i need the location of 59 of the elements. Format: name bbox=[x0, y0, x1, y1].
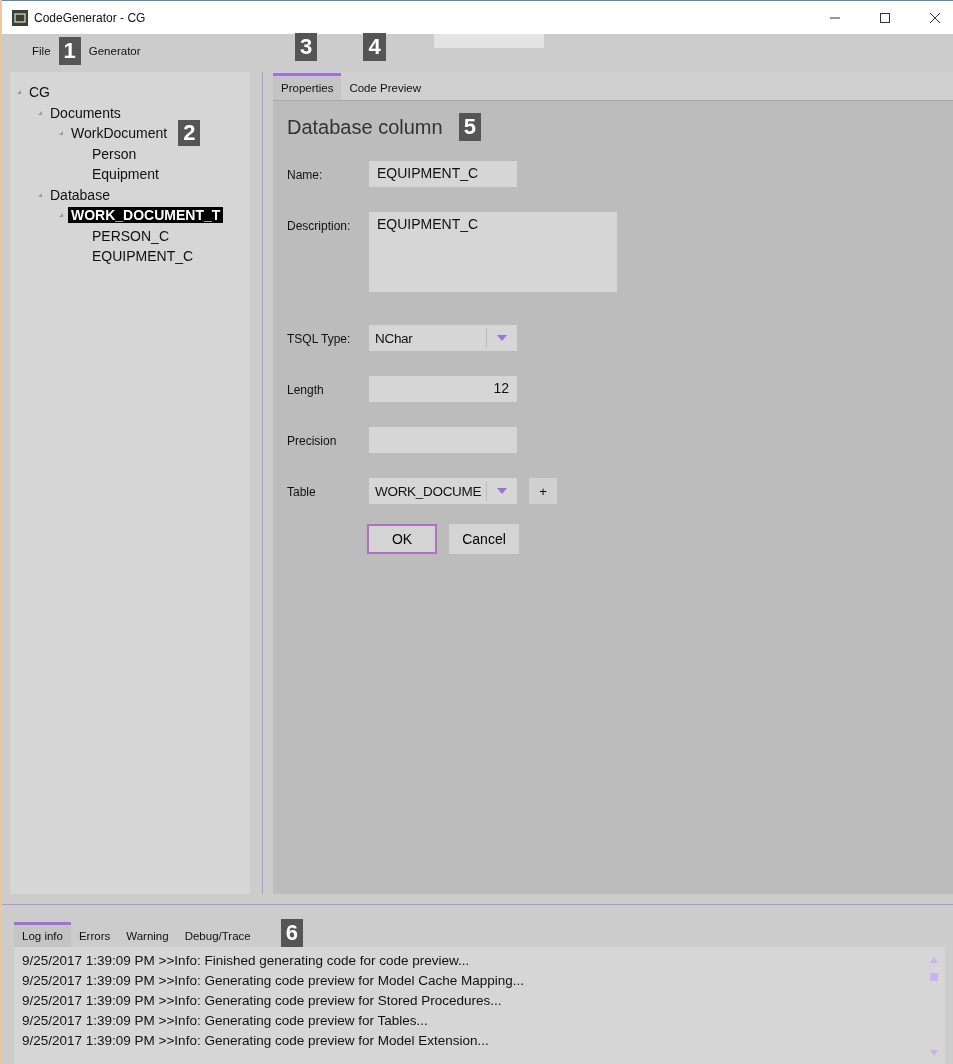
field-label: Table bbox=[287, 484, 317, 499]
tree-item[interactable]: WorkDocument bbox=[68, 125, 171, 142]
expanded-arrow-icon[interactable] bbox=[37, 191, 43, 198]
expanded-arrow-icon[interactable] bbox=[58, 212, 64, 219]
dropdown-arrow-icon bbox=[497, 488, 507, 494]
dialog-button[interactable]: OK bbox=[367, 524, 437, 554]
field-label: Length bbox=[287, 382, 325, 397]
callout-number: 5 bbox=[458, 113, 481, 141]
tree-item[interactable]: Equipment bbox=[89, 166, 162, 183]
callout-number: 6 bbox=[280, 919, 303, 947]
tree-item[interactable]: PERSON_C bbox=[89, 227, 173, 244]
input-field[interactable]: 12 bbox=[369, 376, 517, 402]
dropdown[interactable]: WORK_DOCUME bbox=[369, 478, 517, 504]
app-logo-icon bbox=[12, 9, 28, 26]
field-label: Name: bbox=[287, 167, 324, 182]
log-tab[interactable]: Debug/Trace bbox=[176, 922, 259, 947]
tab[interactable]: Code Preview bbox=[341, 73, 429, 100]
log-line: 9/25/2017 1:39:09 PM >>Info: Finished generating code for code preview... bbox=[22, 953, 471, 970]
menu-item[interactable]: Generator bbox=[86, 43, 143, 59]
grip-handle[interactable] bbox=[434, 34, 544, 48]
add-button[interactable]: + bbox=[529, 478, 557, 504]
tree-item[interactable]: EQUIPMENT_C bbox=[89, 248, 197, 265]
scroll-up-icon[interactable] bbox=[930, 957, 938, 963]
tree-item[interactable]: Documents bbox=[47, 104, 124, 121]
log-line: 9/25/2017 1:39:09 PM >>Info: Generating code preview for Stored Procedures... bbox=[22, 993, 503, 1010]
input-field[interactable]: EQUIPMENT_C bbox=[369, 161, 517, 187]
dropdown-arrow-icon bbox=[497, 335, 507, 341]
log-line: 9/25/2017 1:39:09 PM >>Info: Generating code preview for Model Cache Mapping... bbox=[22, 973, 526, 990]
form-heading: Database column bbox=[287, 115, 443, 139]
field-label: Description: bbox=[287, 218, 352, 233]
menu-item[interactable]: File bbox=[30, 43, 53, 59]
expanded-arrow-icon[interactable] bbox=[16, 89, 22, 96]
tree-item[interactable]: WORK_DOCUMENT_T bbox=[68, 207, 224, 224]
expanded-arrow-icon[interactable] bbox=[58, 130, 64, 137]
callout-number: 2 bbox=[178, 120, 201, 147]
close-icon[interactable] bbox=[929, 11, 941, 24]
field-label: TSQL Type: bbox=[287, 331, 352, 346]
tree-item[interactable]: CG bbox=[26, 84, 53, 101]
text-area[interactable]: EQUIPMENT_C bbox=[369, 212, 617, 292]
dialog-button[interactable]: Cancel bbox=[449, 524, 519, 554]
tree-item[interactable]: Person bbox=[89, 145, 140, 162]
window-title: CodeGenerator - CG bbox=[34, 10, 146, 25]
log-tab[interactable]: Log info bbox=[14, 922, 71, 947]
callout-number: 3 bbox=[295, 33, 318, 61]
log-tab[interactable]: Errors bbox=[70, 922, 119, 947]
dropdown[interactable]: NChar bbox=[369, 325, 517, 351]
log-line: 9/25/2017 1:39:09 PM >>Info: Generating code preview for Tables... bbox=[22, 1013, 429, 1030]
tab[interactable]: Properties bbox=[273, 73, 342, 100]
log-tab[interactable]: Warning bbox=[118, 922, 177, 947]
tree-item[interactable]: Database bbox=[47, 186, 113, 203]
scroll-down-icon[interactable] bbox=[930, 1050, 938, 1056]
log-line: 9/25/2017 1:39:09 PM >>Info: Generating code preview for Model Extension... bbox=[22, 1033, 490, 1050]
callout-number: 1 bbox=[58, 37, 81, 65]
callout-number: 4 bbox=[363, 33, 386, 61]
scroll-thumb[interactable] bbox=[930, 973, 938, 981]
field-label: Precision bbox=[287, 433, 338, 448]
maximize-icon[interactable] bbox=[879, 11, 891, 24]
input-field[interactable] bbox=[369, 427, 517, 453]
expanded-arrow-icon[interactable] bbox=[37, 109, 43, 116]
